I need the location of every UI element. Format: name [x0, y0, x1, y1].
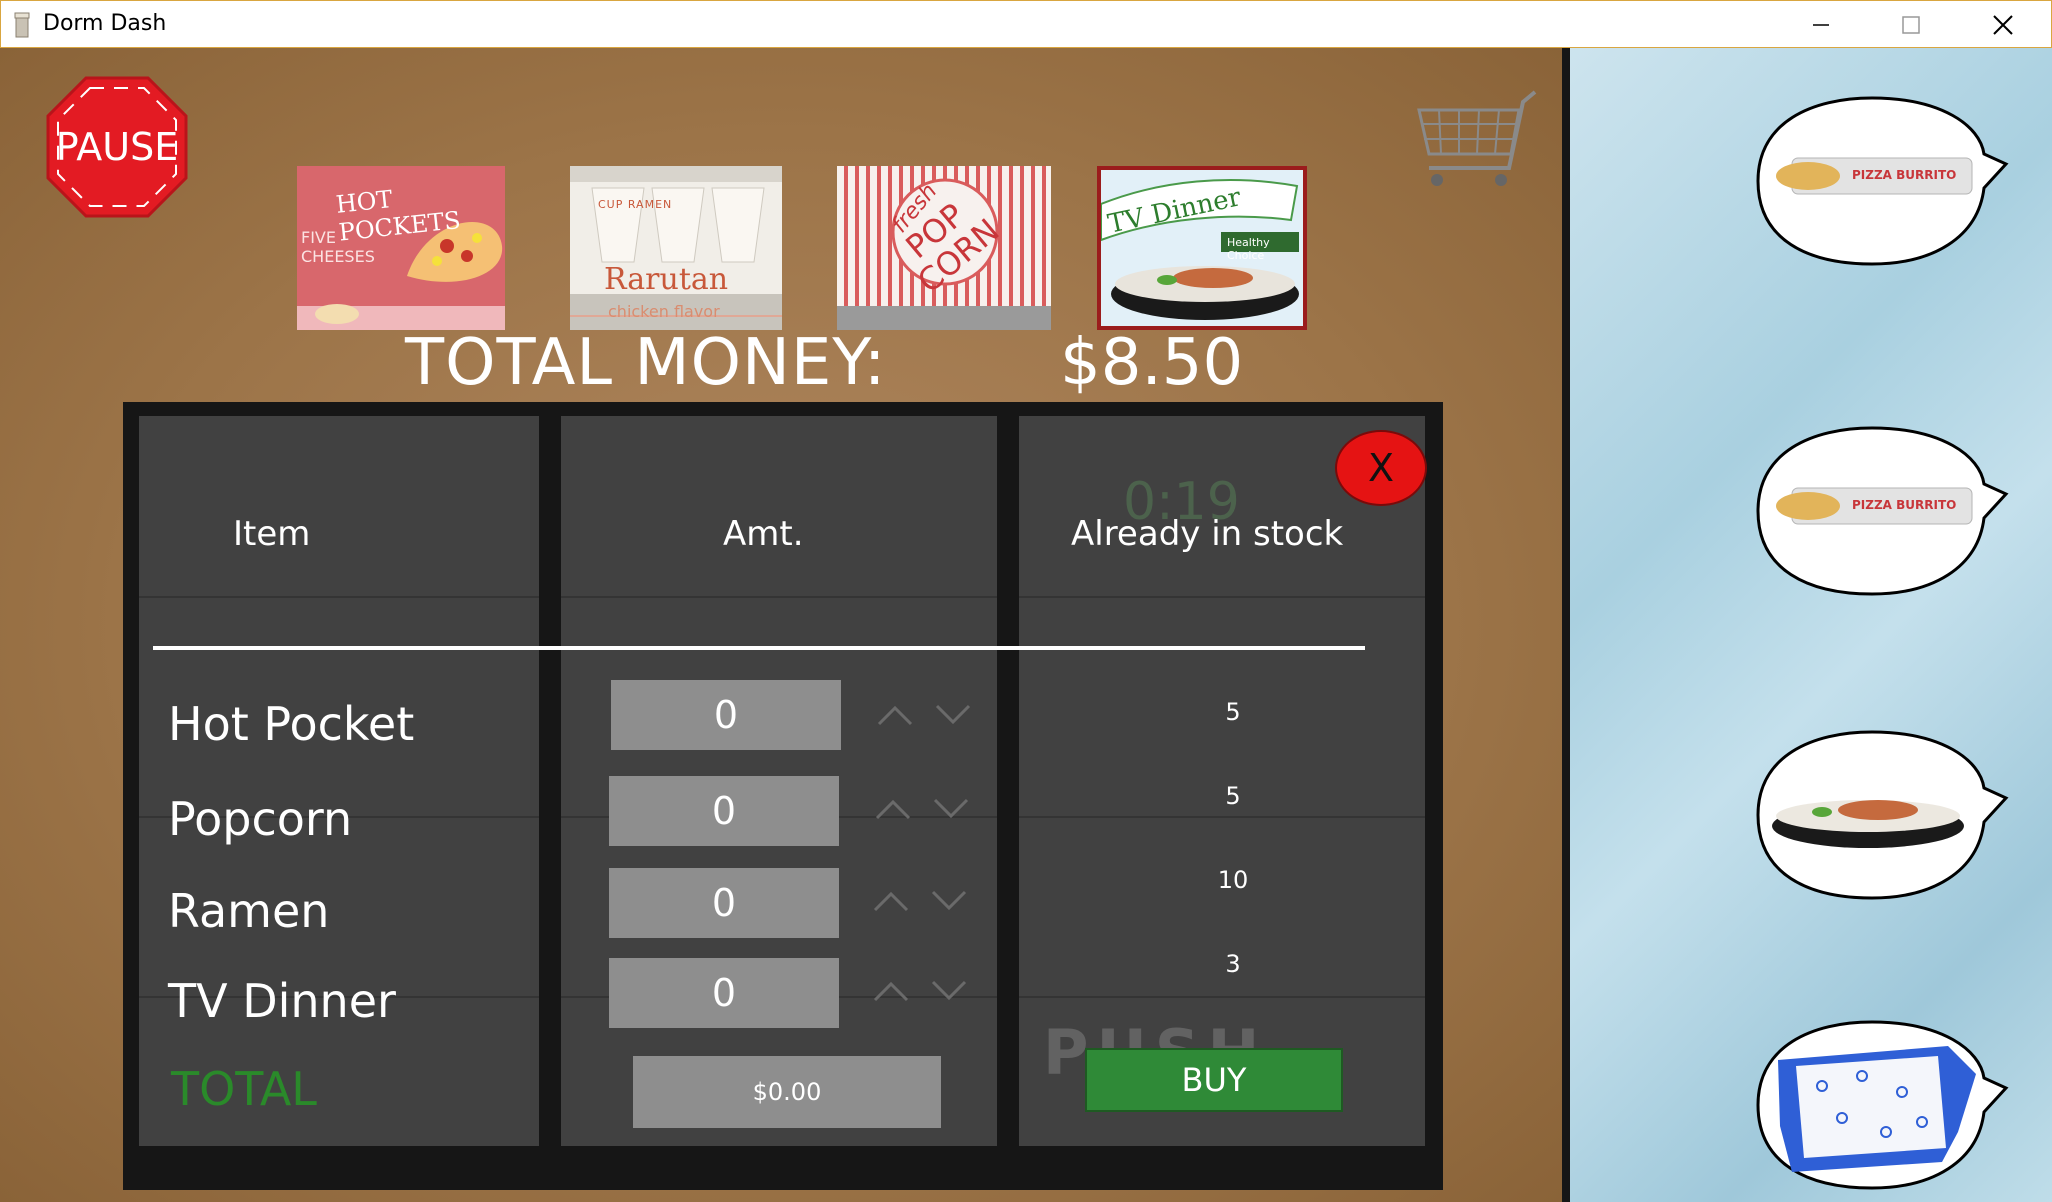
tv-dinner-order-icon: [1756, 730, 2009, 900]
product-tv-dinner[interactable]: TV Dinner Healthy Choice: [1097, 166, 1307, 330]
pause-label: PAUSE: [55, 125, 179, 169]
row-label-tv-dinner: TV Dinner: [168, 974, 396, 1028]
stock-ramen: 10: [1217, 866, 1249, 894]
close-shop-label: X: [1367, 446, 1395, 490]
title-bar: Dorm Dash: [0, 0, 2052, 48]
column-header-item: Item: [233, 514, 311, 554]
order-bubble-4: [1752, 1016, 2012, 1194]
amount-field-tv-dinner[interactable]: 0: [609, 958, 839, 1028]
total-money-label: TOTAL MONEY:: [405, 326, 887, 400]
minimize-icon: [1813, 23, 1829, 26]
minimize-button[interactable]: [1775, 1, 1867, 48]
column-header-amount: Amt.: [723, 514, 804, 554]
amount-field-ramen[interactable]: 0: [609, 868, 839, 938]
desk-edge: [1562, 48, 1570, 1202]
row-label-popcorn: Popcorn: [168, 792, 353, 846]
increment-popcorn-icon[interactable]: [873, 796, 913, 822]
shopping-cart-icon[interactable]: [1415, 88, 1545, 198]
order-label-1: PIZZA BURRITO: [1852, 168, 1957, 182]
shop-column-item: [139, 416, 539, 1146]
row-label-hot-pocket: Hot Pocket: [168, 697, 415, 751]
product-hot-pocket[interactable]: HOT POCKETS FIVE CHEESES: [297, 166, 505, 330]
decrement-ramen-icon[interactable]: [929, 888, 969, 914]
buy-button[interactable]: BUY: [1085, 1048, 1343, 1112]
shop-panel: 0:19 PUSH X Item Amt. Already in stock H…: [123, 402, 1443, 1190]
stock-tv-dinner: 3: [1225, 950, 1241, 978]
order-label-2: PIZZA BURRITO: [1852, 498, 1957, 512]
popcorn-bag-order-icon: [1756, 1020, 2009, 1190]
window-title: Dorm Dash: [43, 11, 167, 36]
maximize-button[interactable]: [1865, 1, 1957, 48]
close-icon: [1993, 14, 2013, 35]
stock-hot-pocket: 5: [1225, 698, 1241, 726]
amount-field-hot-pocket[interactable]: 0: [611, 680, 841, 750]
amount-field-popcorn[interactable]: 0: [609, 776, 839, 846]
row-label-ramen: Ramen: [168, 884, 330, 938]
increment-tv-dinner-icon[interactable]: [871, 978, 911, 1004]
total-label: TOTAL: [171, 1062, 317, 1116]
column-header-stock: Already in stock: [1071, 514, 1344, 554]
product-subtitle: Healthy Choice: [1227, 236, 1270, 262]
close-window-button[interactable]: [1957, 1, 2049, 48]
decrement-popcorn-icon[interactable]: [931, 796, 971, 822]
order-bubble-3: [1752, 726, 2012, 904]
decrement-hot-pocket-icon[interactable]: [933, 702, 973, 728]
increment-ramen-icon[interactable]: [871, 888, 911, 914]
header-divider: [153, 646, 1365, 650]
stock-popcorn: 5: [1225, 782, 1241, 810]
pause-button[interactable]: PAUSE: [42, 72, 192, 222]
game-area: PAUSE HOT POCKETS FIVE CHEESES CUP RAMEN…: [0, 48, 2052, 1202]
product-subtitle: chicken flavor: [608, 302, 720, 321]
product-subtitle: FIVE CHEESES: [301, 228, 375, 266]
decrement-tv-dinner-icon[interactable]: [929, 978, 969, 1004]
app-icon: [14, 12, 30, 38]
buy-label: BUY: [1181, 1061, 1247, 1099]
maximize-icon: [1902, 15, 1920, 34]
ramen-cup-text: CUP RAMEN: [598, 198, 673, 211]
product-popcorn[interactable]: fresh POP CORN: [837, 166, 1051, 330]
product-ramen[interactable]: CUP RAMEN Rarutan chicken flavor: [570, 166, 782, 330]
close-shop-button[interactable]: X: [1335, 430, 1427, 506]
order-bubble-2: PIZZA BURRITO: [1752, 422, 2012, 600]
increment-hot-pocket-icon[interactable]: [875, 702, 915, 728]
total-money-value: $8.50: [1060, 326, 1244, 400]
total-cost-field: $0.00: [633, 1056, 941, 1128]
order-bubble-1: PIZZA BURRITO: [1752, 92, 2012, 270]
product-title: Rarutan: [604, 262, 729, 297]
